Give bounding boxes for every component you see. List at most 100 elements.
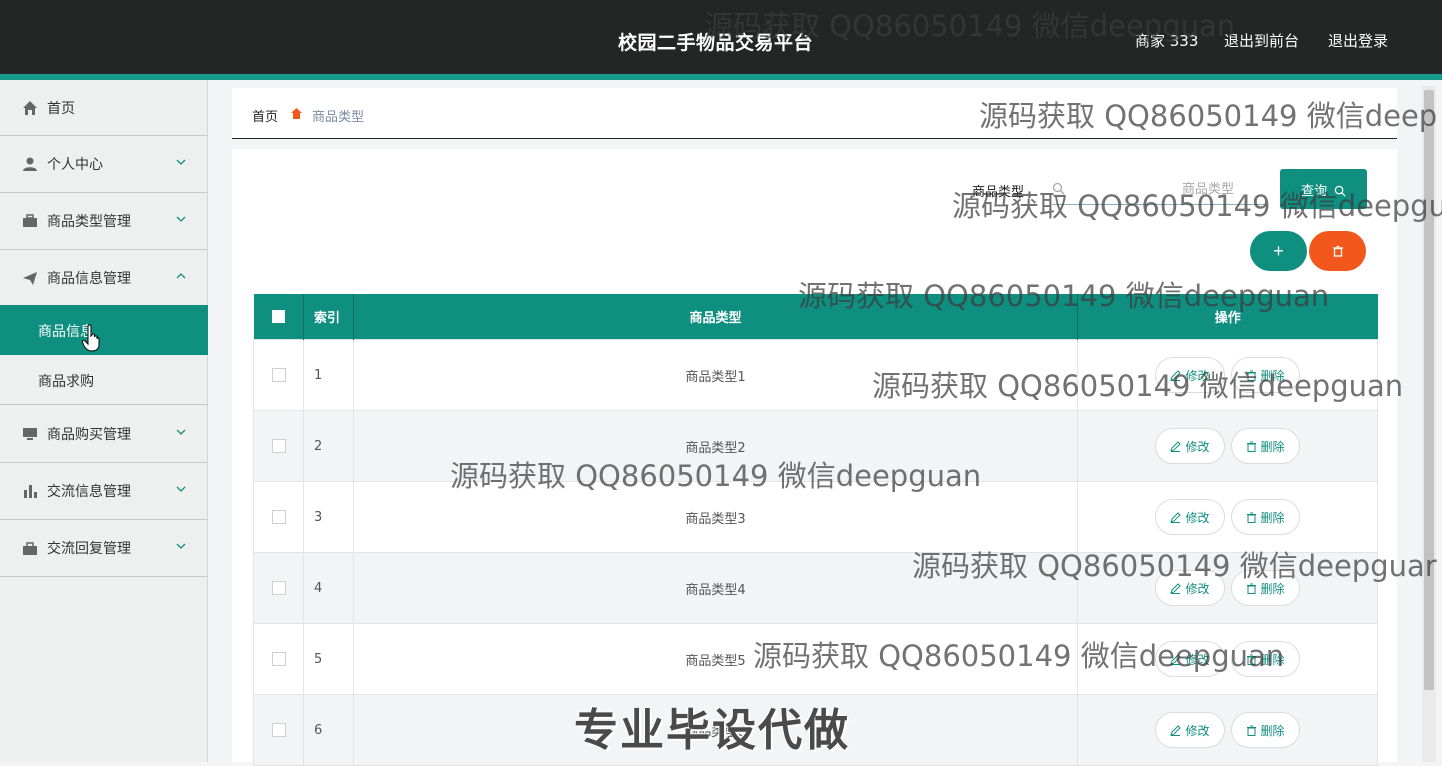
- row-type: 商品类型4: [353, 552, 1078, 624]
- row-checkbox[interactable]: [271, 510, 286, 524]
- chevron-down-icon: [176, 543, 186, 549]
- breadcrumb-home[interactable]: 首页: [252, 106, 278, 125]
- row-checkbox[interactable]: [271, 368, 286, 382]
- row-checkbox[interactable]: [271, 581, 286, 595]
- edit-icon: [1170, 653, 1182, 665]
- table-row: 5 商品类型5 修改 删除: [253, 623, 1378, 695]
- sidebar-item-reply-mgmt[interactable]: 交流回复管理: [0, 520, 207, 577]
- row-actions: 修改 删除: [1077, 552, 1378, 624]
- edit-label: 修改: [1185, 368, 1210, 383]
- search-input[interactable]: [1052, 173, 1266, 205]
- chevron-down-icon: [176, 159, 186, 165]
- chevron-up-icon: [176, 273, 186, 279]
- edit-button[interactable]: 修改: [1155, 712, 1225, 748]
- briefcase-icon: [23, 214, 37, 227]
- delete-label: 删除: [1260, 439, 1285, 454]
- delete-button[interactable]: 删除: [1230, 428, 1300, 464]
- edit-icon: [1170, 724, 1182, 736]
- row-checkbox[interactable]: [271, 439, 286, 453]
- delete-label: 删除: [1260, 581, 1285, 596]
- row-index: 5: [303, 623, 354, 695]
- row-checkbox[interactable]: [271, 723, 286, 737]
- sidebar-item-product-mgmt[interactable]: 商品信息管理: [0, 250, 207, 307]
- chevron-down-icon: [176, 216, 186, 222]
- select-all-checkbox[interactable]: [271, 310, 285, 323]
- edit-label: 修改: [1185, 723, 1210, 738]
- edit-label: 修改: [1185, 652, 1210, 667]
- home-icon: [23, 101, 37, 115]
- trash-icon: [1246, 654, 1256, 665]
- row-type: 商品类型3: [353, 481, 1078, 553]
- delete-button[interactable]: 删除: [1230, 641, 1300, 677]
- sidebar-item-label: 商品类型管理: [47, 214, 131, 230]
- edit-button[interactable]: 修改: [1155, 428, 1225, 464]
- sidebar-item-label: 商品信息管理: [47, 271, 131, 287]
- sidebar: 首页 个人中心 商品类型管理 商品信息管理 商品信息 商品求购 商品购买管理 交…: [0, 80, 208, 762]
- current-user-link[interactable]: 商家 333: [1135, 30, 1198, 51]
- main-panel: 商品类型 查询 + 索引 商品类型 操作 1商品类型1修改删除2商品类型2修改删…: [232, 149, 1397, 766]
- chevron-down-icon: [176, 429, 186, 435]
- hand-cursor-icon: [82, 324, 100, 352]
- edit-button[interactable]: 修改: [1155, 570, 1225, 606]
- row-checkbox-cell: [253, 694, 304, 766]
- exit-to-front-link[interactable]: 退出到前台: [1224, 30, 1299, 51]
- trash-icon: [1246, 441, 1256, 452]
- table-row: 2 商品类型2 修改 删除: [253, 410, 1378, 482]
- sidebar-item-profile[interactable]: 个人中心: [0, 136, 207, 193]
- row-actions: 修改 删除: [1077, 481, 1378, 553]
- sidebar-subitem-product-info[interactable]: 商品信息: [0, 305, 208, 355]
- column-header-type: 商品类型: [353, 294, 1078, 340]
- column-header-index: 索引: [303, 294, 354, 340]
- row-index: 4: [303, 552, 354, 624]
- search-label: 商品类型: [972, 185, 1025, 200]
- monitor-icon: [23, 428, 37, 440]
- breadcrumb: 首页 商品类型: [232, 88, 1397, 139]
- delete-button[interactable]: 删除: [1230, 357, 1300, 393]
- logout-link[interactable]: 退出登录: [1328, 30, 1388, 51]
- row-type: 商品类型1: [353, 339, 1078, 411]
- column-header-actions: 操作: [1077, 294, 1378, 340]
- sidebar-item-label: 商品购买管理: [47, 427, 131, 443]
- row-actions: 修改 删除: [1077, 623, 1378, 695]
- trash-icon: [1246, 370, 1256, 381]
- bag-icon: [23, 542, 37, 555]
- scrollbar-thumb[interactable]: [1424, 90, 1434, 690]
- row-checkbox-cell: [253, 623, 304, 695]
- row-type: 商品类型5: [353, 623, 1078, 695]
- edit-button[interactable]: 修改: [1155, 499, 1225, 535]
- edit-button[interactable]: 修改: [1155, 641, 1225, 677]
- bar-chart-icon: [24, 485, 37, 498]
- edit-label: 修改: [1185, 510, 1210, 525]
- delete-label: 删除: [1260, 723, 1285, 738]
- sidebar-item-label: 交流回复管理: [47, 541, 131, 557]
- row-index: 2: [303, 410, 354, 482]
- sidebar-subitem-product-wanted[interactable]: 商品求购: [0, 355, 208, 405]
- batch-delete-button[interactable]: [1309, 231, 1366, 271]
- trash-icon: [1332, 245, 1343, 257]
- row-checkbox[interactable]: [271, 652, 286, 666]
- sidebar-item-message-mgmt[interactable]: 交流信息管理: [0, 463, 207, 520]
- delete-label: 删除: [1260, 368, 1285, 383]
- table-row: 3 商品类型3 修改 删除: [253, 481, 1378, 553]
- row-index: 1: [303, 339, 354, 411]
- top-header: 校园二手物品交易平台 商家 333 退出到前台 退出登录: [0, 0, 1442, 80]
- home-separator-icon: [291, 108, 302, 119]
- sidebar-item-category-mgmt[interactable]: 商品类型管理: [0, 193, 207, 250]
- add-button[interactable]: +: [1250, 231, 1307, 271]
- sidebar-subitem-label: 商品求购: [38, 374, 94, 390]
- delete-button[interactable]: 删除: [1230, 712, 1300, 748]
- delete-button[interactable]: 删除: [1230, 570, 1300, 606]
- edit-label: 修改: [1185, 439, 1210, 454]
- query-button[interactable]: 查询: [1280, 169, 1367, 209]
- sidebar-item-home[interactable]: 首页: [0, 80, 207, 136]
- edit-button[interactable]: 修改: [1155, 357, 1225, 393]
- edit-label: 修改: [1185, 581, 1210, 596]
- trash-icon: [1246, 725, 1256, 736]
- row-actions: 修改 删除: [1077, 410, 1378, 482]
- sidebar-item-purchase-mgmt[interactable]: 商品购买管理: [0, 406, 207, 463]
- delete-button[interactable]: 删除: [1230, 499, 1300, 535]
- table-row: 1 商品类型1 修改 删除: [253, 339, 1378, 411]
- row-checkbox-cell: [253, 481, 304, 553]
- select-all-header: [253, 294, 304, 340]
- app-title: 校园二手物品交易平台: [618, 32, 814, 54]
